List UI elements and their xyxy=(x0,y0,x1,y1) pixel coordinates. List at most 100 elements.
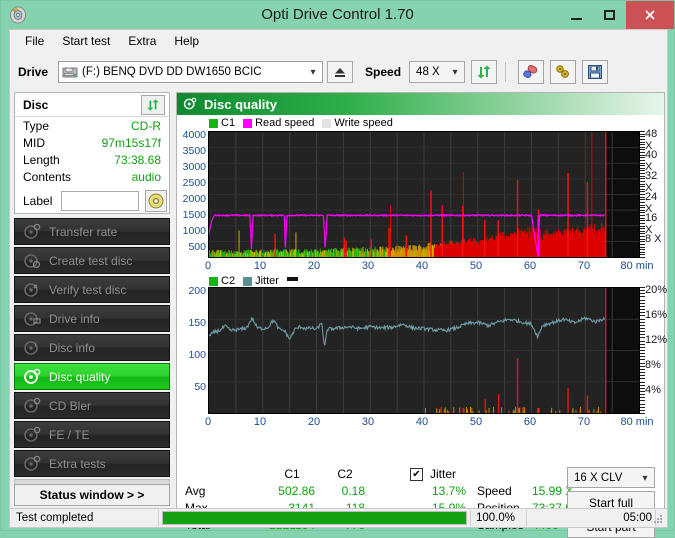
stats-avg-c1: 502.86 xyxy=(278,484,315,498)
sidebar-item-extra-tests[interactable]: Extra tests xyxy=(14,450,170,477)
stats-col-c1: C1 xyxy=(284,467,300,481)
disc-row-value: 73:38.68 xyxy=(114,153,161,167)
test-speed-select[interactable]: 16 X CLV ▾ xyxy=(567,467,655,488)
sidebar-item-label: Create test disc xyxy=(49,253,133,268)
chart1-xtick: 30 xyxy=(361,260,375,272)
sidebar-item-label: CD Bler xyxy=(49,398,92,413)
chart2-ytick: 150 xyxy=(188,317,206,329)
chart1-xtick: 40 xyxy=(415,260,429,272)
chevron-down-icon[interactable]: ▾ xyxy=(304,62,322,82)
disc-label-input[interactable] xyxy=(61,191,139,211)
chart1-xtick: 60 xyxy=(523,260,537,272)
menu-extra[interactable]: Extra xyxy=(119,32,165,50)
refresh-icon xyxy=(477,65,491,79)
status-window-button[interactable]: Status window > > xyxy=(14,484,170,506)
chart2-ytick: 100 xyxy=(188,349,206,361)
chart1-ytick: 4000 xyxy=(182,129,206,141)
disc-label-row: Label xyxy=(15,189,169,215)
drive-select[interactable]: (F:) BENQ DVD DD DW1650 BCIC ▾ xyxy=(58,61,324,83)
title-bar: Opti Drive Control 1.70 xyxy=(1,1,674,29)
panel-header: Disc quality xyxy=(177,93,664,115)
save-button[interactable] xyxy=(582,60,609,84)
speed-label: Speed xyxy=(365,65,402,79)
chevron-down-icon[interactable]: ▾ xyxy=(446,62,464,82)
disc-label-button[interactable] xyxy=(145,190,167,212)
eject-button[interactable] xyxy=(327,61,354,83)
tools-button[interactable] xyxy=(550,60,577,84)
chart2-xtick: 60 xyxy=(523,416,537,428)
menu-help[interactable]: Help xyxy=(165,32,208,50)
chart2-y2tick: 16% xyxy=(645,309,668,321)
client-area: File Start test Extra Help Drive (F:) BE… xyxy=(9,29,668,538)
refresh-button[interactable] xyxy=(471,60,498,84)
chart2-ytick: 200 xyxy=(188,285,206,297)
chart2-xtick: 30 xyxy=(361,416,375,428)
chart1-xtick: 80 min xyxy=(620,260,654,272)
status-divider xyxy=(470,510,471,526)
legend-swatch-write-speed xyxy=(322,118,332,128)
disc-row-key: Contents xyxy=(23,170,72,184)
disc-row-mid: MID 97m15s17f xyxy=(15,136,169,153)
chart2-y2tick: 12% xyxy=(645,334,668,346)
disc-info-icon xyxy=(23,310,41,328)
sidebar-item-drive-info[interactable]: Drive info xyxy=(14,305,170,332)
chart2-xtick: 40 xyxy=(415,416,429,428)
sidebar-item-label: Extra tests xyxy=(49,456,106,471)
disc-refresh-button[interactable] xyxy=(141,95,165,115)
chart1-plot[interactable] xyxy=(208,131,640,258)
disc-label-key: Label xyxy=(23,194,53,208)
sidebar-item-create-test-disc[interactable]: Create test disc xyxy=(14,247,170,274)
menu-start-test[interactable]: Start test xyxy=(53,32,119,50)
progress-percent: 100.0% xyxy=(476,512,516,524)
menu-file[interactable]: File xyxy=(16,32,53,50)
jitter-label: Jitter xyxy=(430,467,457,481)
sidebar-item-fe-te[interactable]: FE / TE xyxy=(14,421,170,448)
jitter-avg-value: 13.7% xyxy=(431,484,466,498)
sidebar-item-transfer-rate[interactable]: Transfer rate xyxy=(14,218,170,245)
jitter-checkbox[interactable]: ✔ xyxy=(410,468,423,481)
legend-label-write-speed: Write speed xyxy=(334,117,393,129)
stats-col-c2: C2 xyxy=(337,467,353,481)
disc-row-value: CD-R xyxy=(131,119,161,133)
legend-label-c1: C1 xyxy=(221,117,236,129)
legend-swatch-extra xyxy=(286,276,298,281)
drive-icon xyxy=(62,64,78,80)
close-icon xyxy=(645,10,655,20)
speed-value: 48 X xyxy=(416,66,440,78)
sidebar-item-label: Verify test disc xyxy=(49,282,127,297)
sidebar-item-label: FE / TE xyxy=(49,427,90,442)
erase-button[interactable] xyxy=(518,60,545,84)
disc-info2-icon: i xyxy=(23,339,41,357)
sidebar-item-verify-test-disc[interactable]: Verify test disc xyxy=(14,276,170,303)
window-controls xyxy=(560,1,674,29)
sidebar-item-disc-quality[interactable]: Disc quality xyxy=(14,363,170,390)
legend-swatch-read-speed xyxy=(243,118,253,128)
sidebar-item-disc-info[interactable]: i Disc info xyxy=(14,334,170,361)
resize-grip[interactable] xyxy=(654,515,663,524)
disc-row-type: Type CD-R xyxy=(15,119,169,136)
disc-row-key: MID xyxy=(23,136,45,150)
chart2-plot[interactable] xyxy=(208,287,640,414)
disc-panel-title: Disc xyxy=(23,98,49,112)
chevron-down-icon[interactable]: ▾ xyxy=(636,468,654,488)
disc-quality-icon xyxy=(183,97,197,111)
legend-label-jitter: Jitter xyxy=(255,275,279,287)
chart2-ytick: 50 xyxy=(194,381,206,393)
chart1-xtick: 10 xyxy=(253,260,267,272)
page-title: Disc quality xyxy=(204,96,277,112)
maximize-button[interactable] xyxy=(593,1,626,29)
tools-icon xyxy=(556,65,569,78)
speed-select[interactable]: 48 X ▾ xyxy=(409,61,466,83)
save-icon xyxy=(588,65,603,79)
chart1-xtick: 0 xyxy=(204,260,212,272)
sidebar-item-cd-bler[interactable]: CD Bler xyxy=(14,392,170,419)
disc-bler-icon xyxy=(23,397,41,415)
disc-row-value: 97m15s17f xyxy=(101,136,161,150)
toolbar: Drive (F:) BENQ DVD DD DW1650 BCIC ▾ Spe… xyxy=(10,52,667,92)
refresh-icon xyxy=(147,99,159,111)
close-button[interactable] xyxy=(626,1,674,29)
chart2-xtick: 10 xyxy=(253,416,267,428)
minimize-button[interactable] xyxy=(560,1,593,29)
drive-label: Drive xyxy=(18,65,49,79)
chart1-xtick: 20 xyxy=(307,260,321,272)
